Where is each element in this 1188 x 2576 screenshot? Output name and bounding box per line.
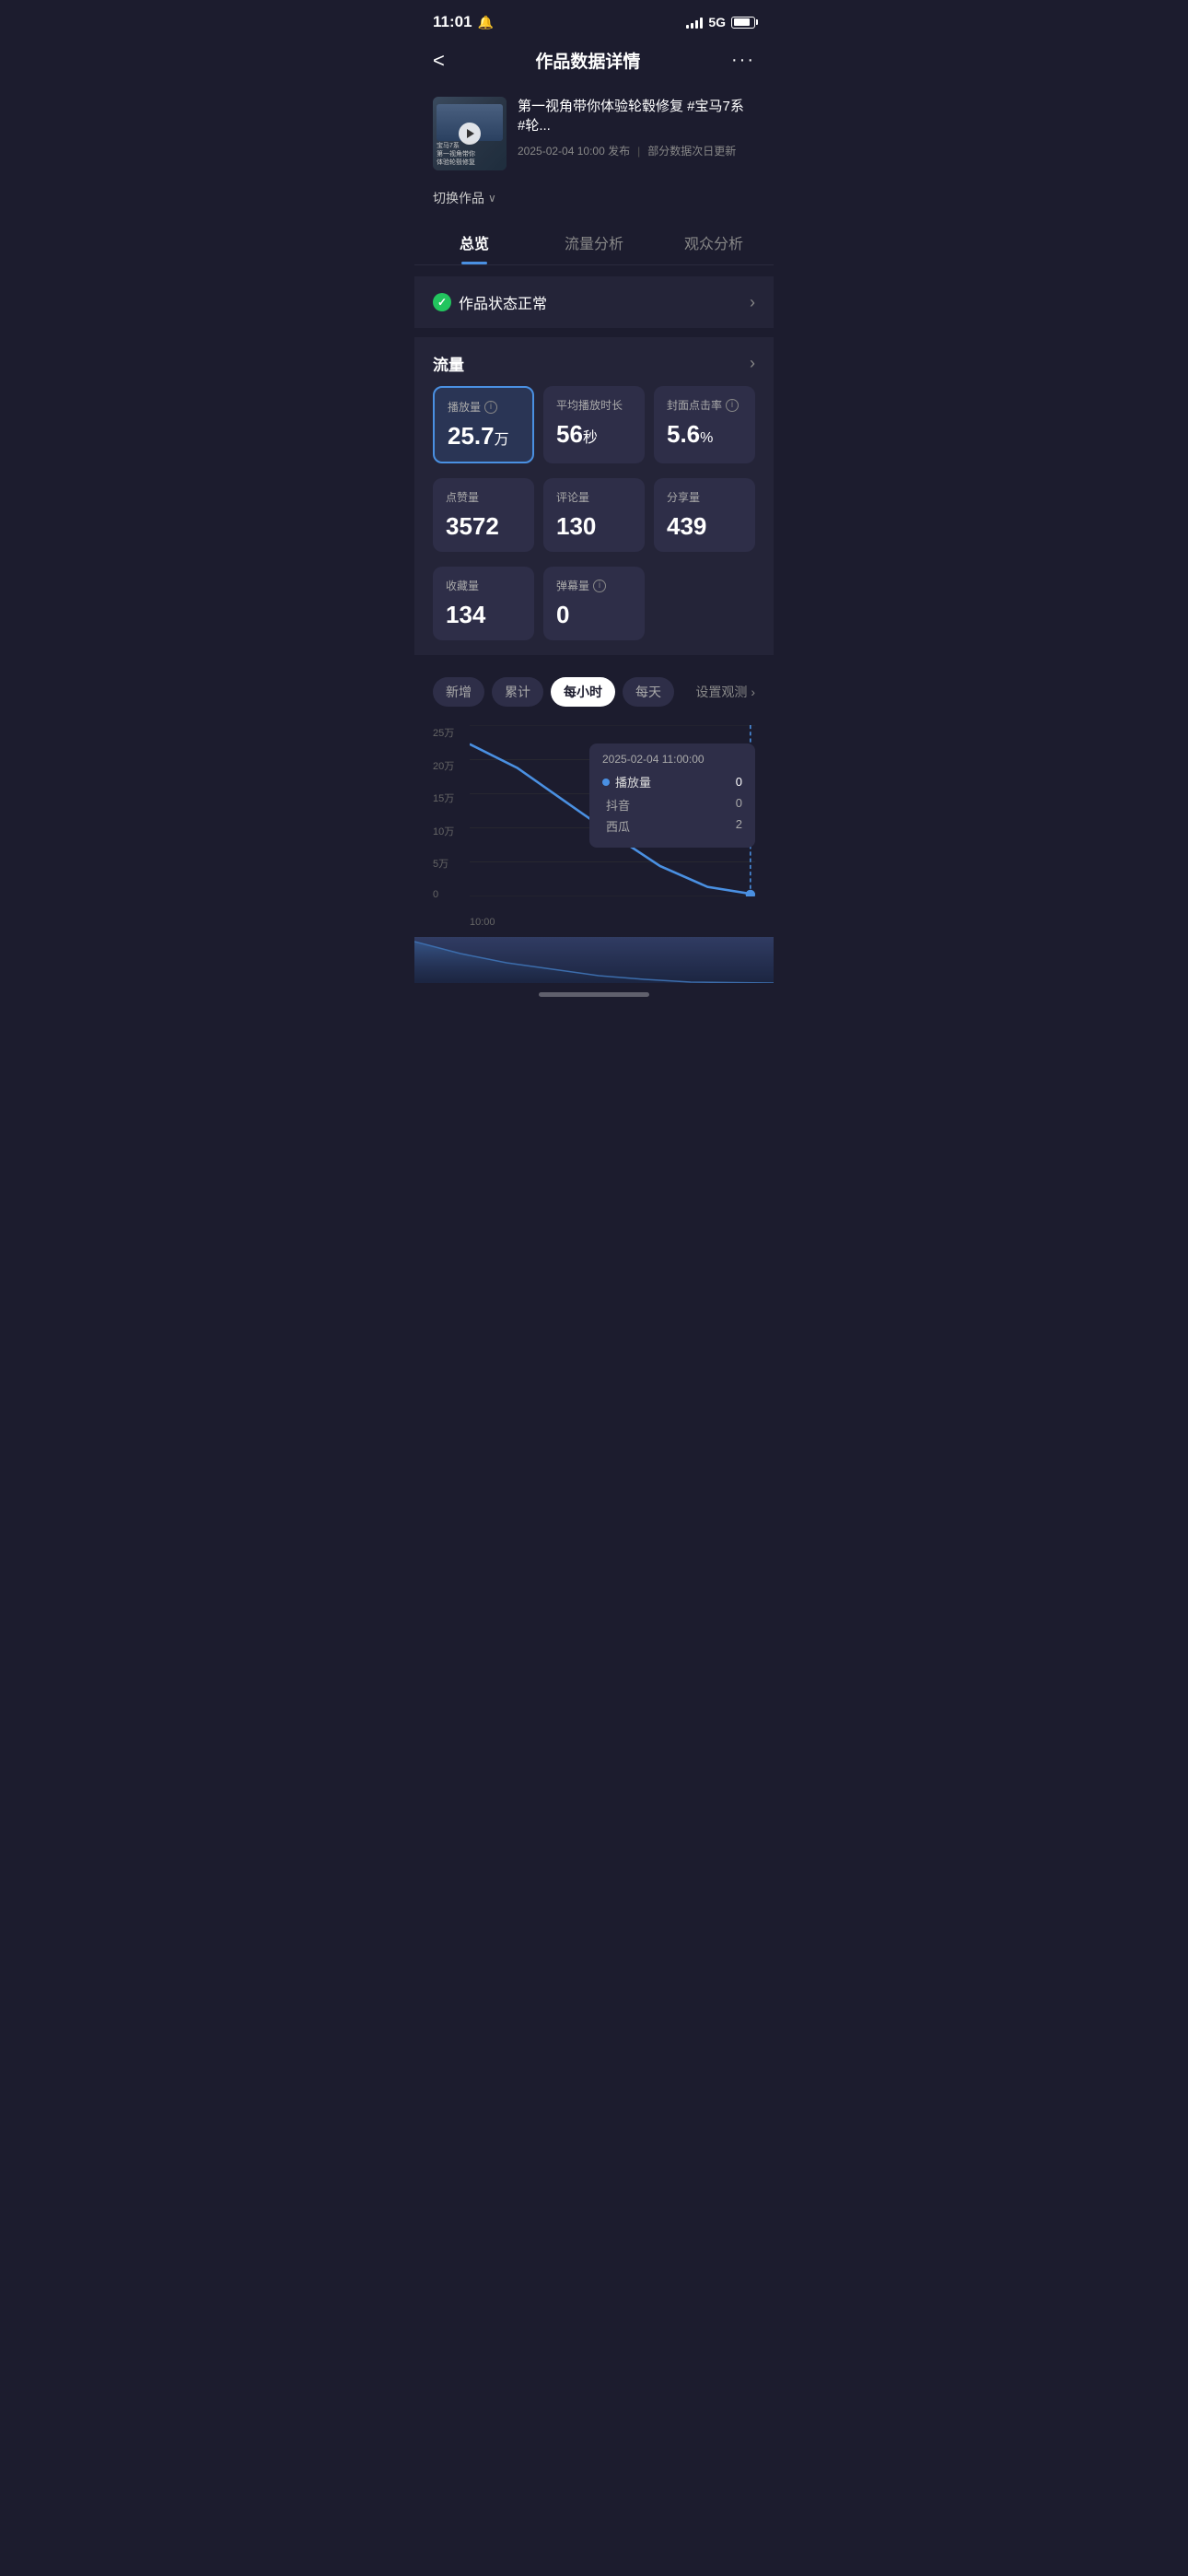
switch-work-label: 切换作品	[433, 189, 484, 207]
back-button[interactable]: <	[433, 49, 445, 73]
status-right: 5G	[686, 15, 755, 29]
network-type: 5G	[708, 15, 726, 29]
switch-work-button[interactable]: 切换作品 ∨	[433, 189, 755, 207]
bell-icon: 🔔	[478, 15, 494, 30]
video-info: 第一视角带你体验轮毂修复 #宝马7系 #轮... 2025-02-04 10:0…	[518, 97, 755, 158]
status-chevron-icon: ›	[750, 293, 755, 312]
tab-overview[interactable]: 总览	[414, 218, 534, 264]
video-title: 第一视角带你体验轮毂修复 #宝马7系 #轮...	[518, 97, 755, 135]
metric-likes-value: 3572	[446, 512, 521, 541]
metric-comments-label: 评论量	[556, 489, 632, 505]
thumbnail-label: 宝马7系 第一视角带你 体验轮毂修复	[437, 142, 503, 167]
danmu-info-icon[interactable]: i	[593, 580, 606, 592]
chart-btn-daily[interactable]: 每天	[623, 677, 674, 707]
metric-avgduration-value: 56秒	[556, 420, 632, 449]
tab-bar: 总览 流量分析 观众分析	[414, 218, 774, 265]
chart-btn-hourly[interactable]: 每小时	[551, 677, 615, 707]
video-thumbnail: 宝马7系 第一视角带你 体验轮毂修复	[433, 97, 507, 170]
chart-x-label: 10:00	[470, 917, 495, 928]
more-button[interactable]: ···	[731, 50, 755, 71]
settings-chevron-icon: ›	[751, 685, 755, 699]
video-meta: 2025-02-04 10:00 发布 | 部分数据次日更新	[518, 143, 755, 158]
switch-work-area: 切换作品 ∨	[414, 181, 774, 218]
metric-danmu: 弹幕量 i 0	[543, 567, 645, 640]
metrics-row-1: 播放量 i 25.7万 平均播放时长 56秒 封面点击率 i 5.6%	[414, 386, 774, 478]
video-publish-date: 2025-02-04 10:00 发布	[518, 143, 630, 158]
signal-bars	[686, 16, 703, 29]
metric-danmu-value: 0	[556, 601, 632, 629]
metric-empty	[654, 567, 755, 640]
tooltip-row-douyin: 抖音 0	[602, 796, 742, 814]
status-text: 作品状态正常	[459, 291, 547, 313]
metrics-row-3: 收藏量 134 弹幕量 i 0	[414, 567, 774, 655]
metric-comments-value: 130	[556, 512, 632, 541]
metric-likes: 点赞量 3572	[433, 478, 534, 552]
page-title: 作品数据详情	[535, 48, 640, 73]
metric-playcount-label: 播放量 i	[448, 399, 519, 415]
chart-btn-cumulative[interactable]: 累计	[492, 677, 543, 707]
traffic-title: 流量	[433, 352, 464, 375]
home-bar	[539, 992, 649, 997]
chart-section: 新增 累计 每小时 每天 设置观测 › 25万 20万 15万 10万 5万 0	[414, 664, 774, 983]
thumbnail-play-icon	[459, 123, 481, 145]
ctr-info-icon[interactable]: i	[726, 399, 739, 412]
status-indicator	[433, 293, 451, 311]
tooltip-row-xigua: 西瓜 2	[602, 817, 742, 835]
chart-controls: 新增 累计 每小时 每天 设置观测 ›	[414, 664, 774, 716]
metrics-row-2: 点赞量 3572 评论量 130 分享量 439	[414, 478, 774, 567]
switch-arrow-icon: ∨	[488, 192, 496, 205]
thumbnail-inner: 宝马7系 第一视角带你 体验轮毂修复	[433, 97, 507, 170]
tab-flow[interactable]: 流量分析	[534, 218, 654, 264]
status-time: 11:01 🔔	[433, 13, 494, 31]
chart-btn-new[interactable]: 新增	[433, 677, 484, 707]
chart-settings[interactable]: 设置观测 ›	[695, 683, 755, 701]
metric-favorites-label: 收藏量	[446, 578, 521, 593]
tooltip-dot-icon	[602, 779, 610, 786]
metric-playcount: 播放量 i 25.7万	[433, 386, 534, 463]
metric-comments: 评论量 130	[543, 478, 645, 552]
metric-shares: 分享量 439	[654, 478, 755, 552]
chart-y-labels: 25万 20万 15万 10万 5万 0	[433, 725, 454, 900]
video-update-note: 部分数据次日更新	[647, 143, 736, 158]
playcount-info-icon[interactable]: i	[484, 401, 497, 414]
chart-tooltip: 2025-02-04 11:00:00 播放量 0 抖音 0 西瓜 2	[589, 744, 755, 848]
metric-playcount-value: 25.7万	[448, 422, 519, 451]
battery-fill	[734, 18, 751, 26]
traffic-section-header[interactable]: 流量 ›	[414, 337, 774, 386]
metric-favorites: 收藏量 134	[433, 567, 534, 640]
metric-favorites-value: 134	[446, 601, 521, 629]
time-display: 11:01	[433, 13, 472, 31]
page-header: < 作品数据详情 ···	[414, 39, 774, 86]
mini-chart	[414, 937, 774, 983]
metric-avgduration: 平均播放时长 56秒	[543, 386, 645, 463]
video-card: 宝马7系 第一视角带你 体验轮毂修复 第一视角带你体验轮毂修复 #宝马7系 #轮…	[414, 86, 774, 181]
tooltip-date: 2025-02-04 11:00:00	[602, 753, 742, 766]
battery-icon	[731, 17, 755, 29]
meta-divider: |	[637, 145, 640, 158]
status-bar: 11:01 🔔 5G	[414, 0, 774, 39]
metric-shares-label: 分享量	[667, 489, 742, 505]
tab-audience[interactable]: 观众分析	[654, 218, 774, 264]
traffic-chevron-icon: ›	[750, 354, 755, 373]
metric-danmu-label: 弹幕量 i	[556, 578, 632, 593]
chart-area: 25万 20万 15万 10万 5万 0 10:00 2025	[414, 716, 774, 937]
metric-ctr-label: 封面点击率 i	[667, 397, 742, 413]
metric-likes-label: 点赞量	[446, 489, 521, 505]
status-left: 作品状态正常	[433, 291, 547, 313]
metric-shares-value: 439	[667, 512, 742, 541]
tooltip-row-playcount: 播放量 0	[602, 773, 742, 790]
metric-avgduration-label: 平均播放时长	[556, 397, 632, 413]
metric-ctr: 封面点击率 i 5.6%	[654, 386, 755, 463]
status-banner[interactable]: 作品状态正常 ›	[414, 276, 774, 328]
metric-ctr-value: 5.6%	[667, 420, 742, 449]
home-indicator	[414, 983, 774, 1002]
